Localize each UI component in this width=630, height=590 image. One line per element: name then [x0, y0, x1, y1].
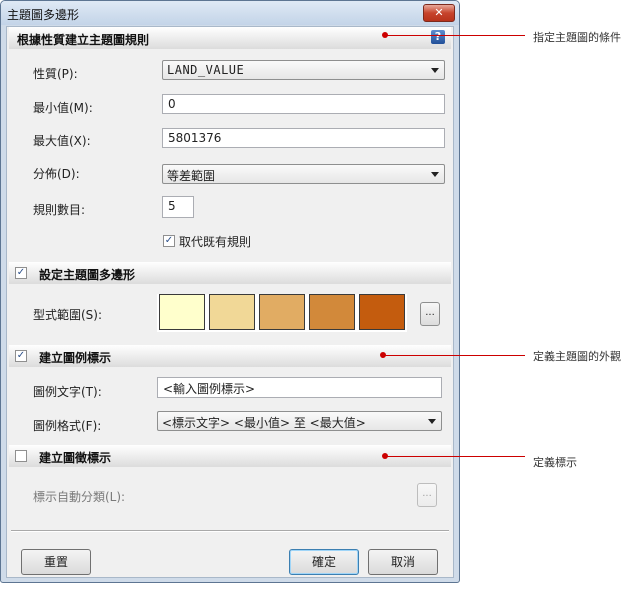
legend-text-label: 圖例文字(T): [33, 385, 102, 399]
rule-count-label: 規則數目: [33, 203, 86, 217]
section-rule-title: 根據性質建立主題圖規則 [17, 33, 150, 47]
dialog-window: 主題圖多邊形 ✕ 根據性質建立主題圖規則 ? 性質(P): LAND_VALUE… [0, 0, 460, 583]
section-rule-header: 根據性質建立主題圖規則 ? [9, 27, 451, 49]
distribution-value: 等差範圍 [167, 169, 216, 183]
section-polygon-title: 設定主題圖多邊形 [39, 268, 136, 282]
callout-tag-line [385, 456, 525, 457]
tag-section-checkbox[interactable] [15, 450, 27, 462]
polygon-section-checkbox[interactable]: ✓ [15, 267, 27, 279]
style-range-palette[interactable] [157, 294, 407, 332]
auto-classify-label: 標示自動分類(L): [33, 490, 126, 504]
section-legend-title: 建立圖例標示 [39, 351, 112, 365]
section-polygon-header: ✓ 設定主題圖多邊形 [9, 262, 451, 284]
legend-section-checkbox[interactable]: ✓ [15, 350, 27, 362]
callout-rule-line [385, 35, 525, 36]
callout-tag-text: 定義標示 [533, 456, 577, 469]
section-tag-title: 建立圖徵標示 [39, 451, 112, 465]
style-range-label: 型式範圍(S): [33, 308, 103, 322]
distribution-dropdown[interactable]: 等差範圍 [162, 164, 445, 184]
color-swatch[interactable] [159, 294, 205, 330]
legend-format-dropdown[interactable]: <標示文字> <最小值> 至 <最大值> [157, 411, 442, 431]
auto-classify-more-button[interactable]: ... [417, 483, 437, 507]
rule-count-input[interactable]: 5 [162, 196, 194, 218]
min-value-input[interactable]: 0 [162, 94, 445, 114]
dialog-body: 根據性質建立主題圖規則 ? 性質(P): LAND_VALUE 最小值(M): … [6, 26, 454, 578]
title-bar[interactable]: 主題圖多邊形 ✕ [1, 1, 459, 25]
chevron-down-icon [428, 419, 436, 424]
callout-legend-text: 定義主題圖的外觀 [533, 350, 621, 363]
color-swatch[interactable] [309, 294, 355, 330]
color-swatch[interactable] [259, 294, 305, 330]
chevron-down-icon [431, 68, 439, 73]
callout-legend-line [383, 355, 525, 356]
legend-format-value: <標示文字> <最小值> 至 <最大值> [162, 416, 366, 430]
replace-rules-checkbox[interactable]: ✓ [163, 235, 175, 247]
chevron-down-icon [431, 172, 439, 177]
window-title: 主題圖多邊形 [7, 8, 80, 22]
property-value: LAND_VALUE [167, 63, 245, 77]
color-swatch[interactable] [209, 294, 255, 330]
color-swatch[interactable] [359, 294, 405, 330]
reset-button[interactable]: 重置 [21, 549, 91, 575]
min-label: 最小值(M): [33, 101, 93, 115]
help-icon[interactable]: ? [431, 30, 445, 44]
replace-rules-label: 取代既有規則 [179, 235, 252, 249]
max-value-input[interactable]: 5801376 [162, 128, 445, 148]
close-button[interactable]: ✕ [423, 4, 455, 22]
legend-format-label: 圖例格式(F): [33, 419, 102, 433]
legend-text-input[interactable]: <輸入圖例標示> [157, 377, 442, 398]
distribution-label: 分佈(D): [33, 167, 80, 181]
cancel-button[interactable]: 取消 [368, 549, 438, 575]
ok-button[interactable]: 確定 [289, 549, 359, 575]
property-label: 性質(P): [33, 67, 78, 81]
footer-divider [11, 530, 449, 532]
property-dropdown[interactable]: LAND_VALUE [162, 60, 445, 80]
max-label: 最大值(X): [33, 134, 91, 148]
style-range-more-button[interactable]: ... [420, 302, 440, 326]
callout-rule-text: 指定主題圖的條件 [533, 31, 621, 44]
